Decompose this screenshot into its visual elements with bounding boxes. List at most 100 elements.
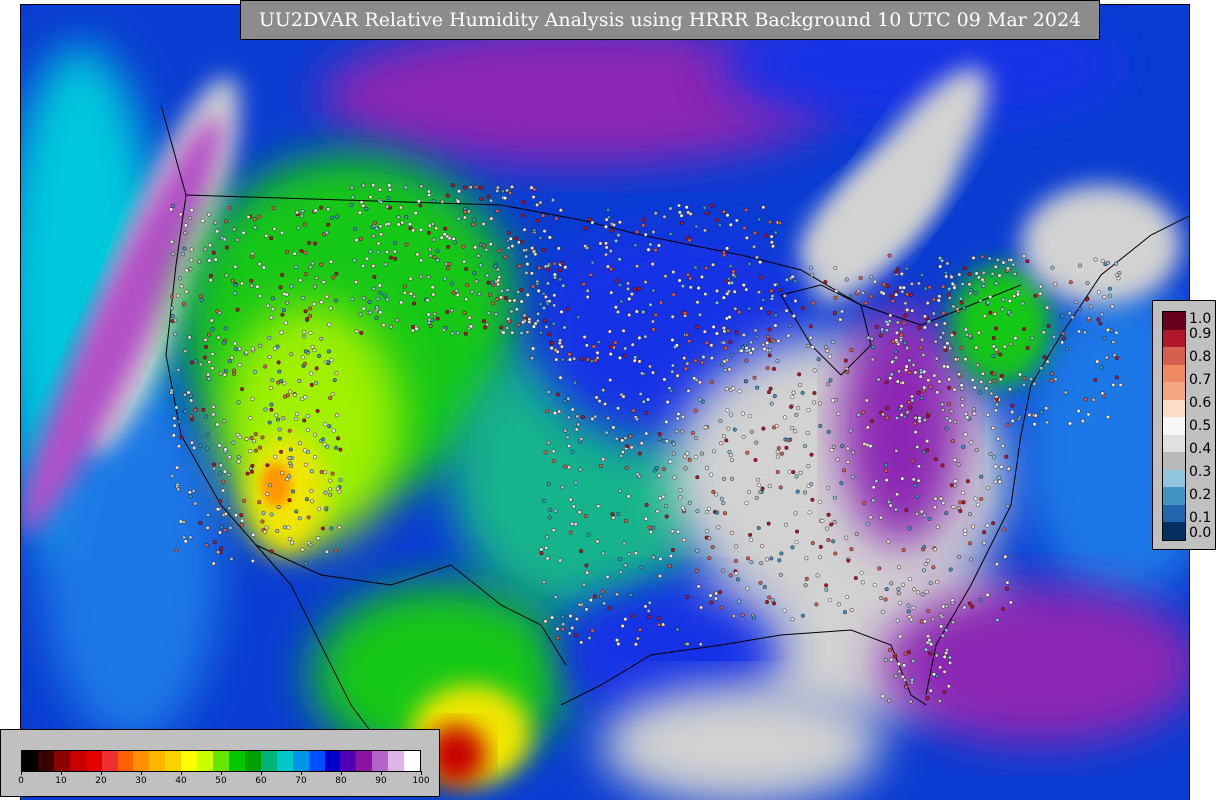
station-dot: [495, 208, 500, 213]
station-dot: [877, 566, 882, 571]
station-dot: [201, 407, 206, 412]
station-dot: [561, 622, 566, 627]
station-dot: [1107, 293, 1112, 298]
station-dot: [620, 624, 625, 629]
station-dot: [971, 255, 976, 260]
station-dot: [758, 490, 763, 495]
station-dot: [555, 392, 560, 397]
station-dot: [310, 344, 315, 349]
station-dot: [375, 297, 380, 302]
obs-tick-label: 0.2: [1189, 487, 1212, 503]
station-dot: [730, 476, 735, 481]
station-dot: [759, 275, 764, 280]
station-dot: [723, 368, 728, 373]
station-dot: [747, 262, 752, 267]
station-dot: [338, 447, 343, 452]
station-dot: [896, 661, 901, 666]
station-dot: [302, 222, 307, 227]
station-dot: [232, 291, 237, 296]
station-dot: [995, 257, 1000, 262]
station-dot: [810, 345, 815, 350]
station-dot: [598, 464, 603, 469]
station-dot: [658, 574, 663, 579]
station-dot: [585, 295, 590, 300]
station-dot: [521, 320, 526, 325]
station-dot: [944, 604, 949, 609]
station-dot: [986, 300, 991, 305]
station-dot: [223, 326, 228, 331]
station-dot: [761, 426, 766, 431]
station-dot: [679, 213, 684, 218]
station-dot: [992, 378, 997, 383]
station-dot: [757, 290, 762, 295]
station-dot: [633, 287, 638, 292]
station-dot: [808, 335, 813, 340]
station-dot: [205, 432, 210, 437]
station-dot: [182, 392, 187, 397]
station-dot: [514, 307, 519, 312]
station-dot: [727, 450, 732, 455]
station-dot: [252, 369, 257, 374]
station-dot: [800, 390, 805, 395]
station-dot: [798, 383, 803, 388]
station-dot: [298, 278, 303, 283]
station-dot: [449, 308, 454, 313]
station-dot: [697, 380, 702, 385]
station-dot: [757, 483, 762, 488]
station-dot: [900, 380, 905, 385]
station-dot: [606, 264, 611, 269]
station-dot: [733, 559, 738, 564]
station-dot: [546, 267, 551, 272]
station-dot: [894, 507, 899, 512]
station-dot: [573, 480, 578, 485]
station-dot: [711, 324, 716, 329]
station-dot: [419, 258, 424, 263]
station-dot: [335, 413, 340, 418]
station-dot: [773, 323, 778, 328]
station-dot: [1027, 412, 1032, 417]
station-dot: [956, 506, 961, 511]
station-dot: [862, 501, 867, 506]
station-dot: [486, 280, 491, 285]
station-dot: [446, 266, 451, 271]
station-dot: [711, 262, 716, 267]
rh-tick-label: 30: [135, 776, 147, 786]
station-dot: [894, 270, 899, 275]
station-dot: [946, 684, 951, 689]
station-dot: [609, 344, 614, 349]
station-dot: [463, 185, 468, 190]
station-dot: [623, 346, 628, 351]
station-dot: [1114, 375, 1119, 380]
station-dot: [1111, 340, 1116, 345]
station-dot: [793, 279, 798, 284]
station-dot: [174, 405, 179, 410]
station-dot: [705, 529, 710, 534]
station-dot: [922, 513, 927, 518]
station-dot: [463, 209, 468, 214]
station-dot: [719, 441, 724, 446]
station-dot: [923, 619, 928, 624]
station-dot: [810, 541, 815, 546]
station-dot: [189, 247, 194, 252]
station-dot: [824, 583, 829, 588]
station-dot: [282, 381, 287, 386]
station-dot: [188, 393, 193, 398]
station-dot: [377, 187, 382, 192]
station-dot: [895, 618, 900, 623]
rh-colorbar-segment: [276, 751, 293, 771]
station-dot: [334, 371, 339, 376]
station-dot: [289, 284, 294, 289]
station-dot: [176, 293, 181, 298]
station-dot: [435, 258, 440, 263]
station-dot: [790, 426, 795, 431]
station-dot: [367, 299, 372, 304]
station-dot: [894, 330, 899, 335]
rh-tick-mark: [141, 771, 142, 775]
station-dot: [1074, 300, 1079, 305]
obs-colorbar-segment: [1163, 504, 1185, 523]
station-dot: [224, 273, 229, 278]
station-dot: [430, 285, 435, 290]
station-dot: [606, 416, 611, 421]
rh-colorbar-segment: [356, 751, 373, 771]
station-dot: [317, 506, 322, 511]
